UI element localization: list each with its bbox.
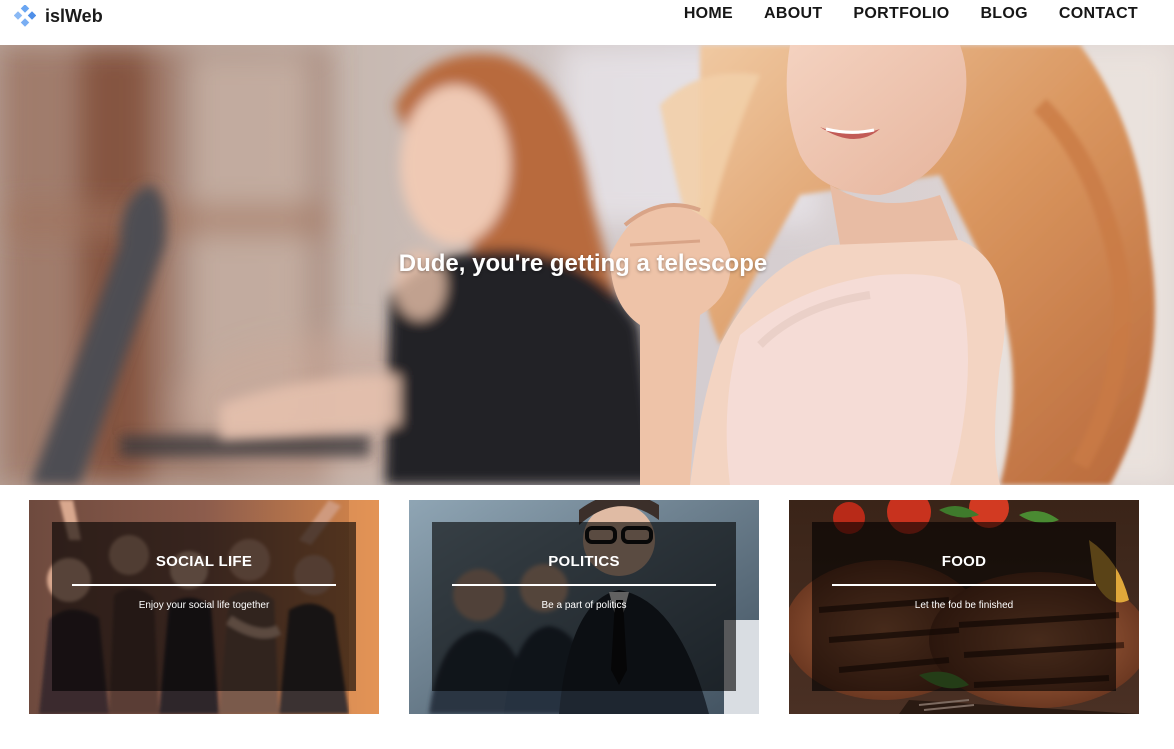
card-description: Enjoy your social life together xyxy=(138,600,270,611)
card-overlay: POLITICS Be a part of politics xyxy=(432,522,736,691)
site-header: islWeb HOME ABOUT PORTFOLIO BLOG CONTACT xyxy=(0,0,1174,45)
card-title: FOOD xyxy=(941,553,987,570)
nav-contact[interactable]: CONTACT xyxy=(1059,4,1138,24)
category-card-food[interactable]: FOOD Let the fod be finished xyxy=(789,500,1139,714)
nav-home[interactable]: HOME xyxy=(684,4,733,24)
card-divider xyxy=(452,584,716,586)
card-divider xyxy=(832,584,1096,586)
category-card-politics[interactable]: POLITICS Be a part of politics xyxy=(409,500,759,714)
brand-name: islWeb xyxy=(45,5,103,26)
nav-blog[interactable]: BLOG xyxy=(980,4,1027,24)
brand-logo-link[interactable]: islWeb xyxy=(14,4,103,28)
card-divider xyxy=(72,584,336,586)
card-description: Let the fod be finished xyxy=(914,600,1014,611)
main-nav: HOME ABOUT PORTFOLIO BLOG CONTACT xyxy=(684,4,1138,24)
hero-title: Dude, you're getting a telescope xyxy=(398,250,768,277)
nav-portfolio[interactable]: PORTFOLIO xyxy=(853,4,949,24)
card-description: Be a part of politics xyxy=(541,600,627,611)
card-overlay: SOCIAL LIFE Enjoy your social life toget… xyxy=(52,522,356,691)
card-title: SOCIAL LIFE xyxy=(155,553,253,570)
card-title: POLITICS xyxy=(548,553,620,570)
category-card-social-life[interactable]: SOCIAL LIFE Enjoy your social life toget… xyxy=(29,500,379,714)
nav-about[interactable]: ABOUT xyxy=(764,4,822,24)
diamond-cluster-icon xyxy=(14,5,36,27)
card-overlay: FOOD Let the fod be finished xyxy=(812,522,1116,691)
hero-banner: Dude, you're getting a telescope xyxy=(0,45,1174,485)
